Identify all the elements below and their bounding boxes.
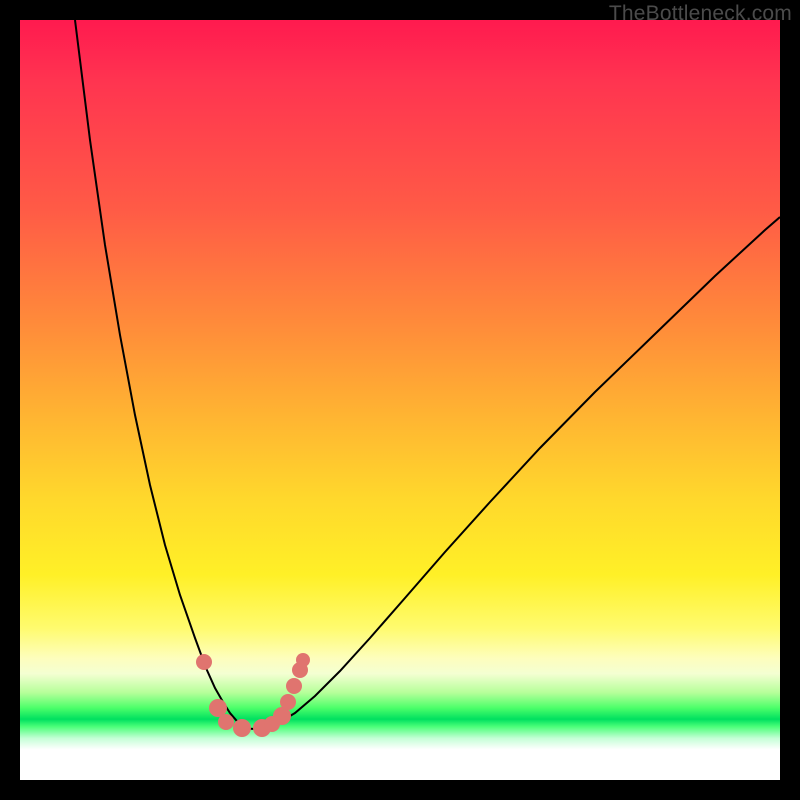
- curve-marker: [218, 714, 234, 730]
- curve-marker: [233, 719, 251, 737]
- curve-layer: [20, 20, 780, 780]
- curve-marker: [196, 654, 212, 670]
- curve-marker: [280, 694, 296, 710]
- chart-frame: TheBottleneck.com: [0, 0, 800, 800]
- bottleneck-curve: [75, 20, 780, 729]
- watermark-text: TheBottleneck.com: [609, 2, 792, 26]
- curve-marker: [296, 653, 310, 667]
- plot-area: [20, 20, 780, 780]
- v-curve: [75, 20, 780, 729]
- curve-marker: [286, 678, 302, 694]
- curve-markers: [196, 653, 310, 737]
